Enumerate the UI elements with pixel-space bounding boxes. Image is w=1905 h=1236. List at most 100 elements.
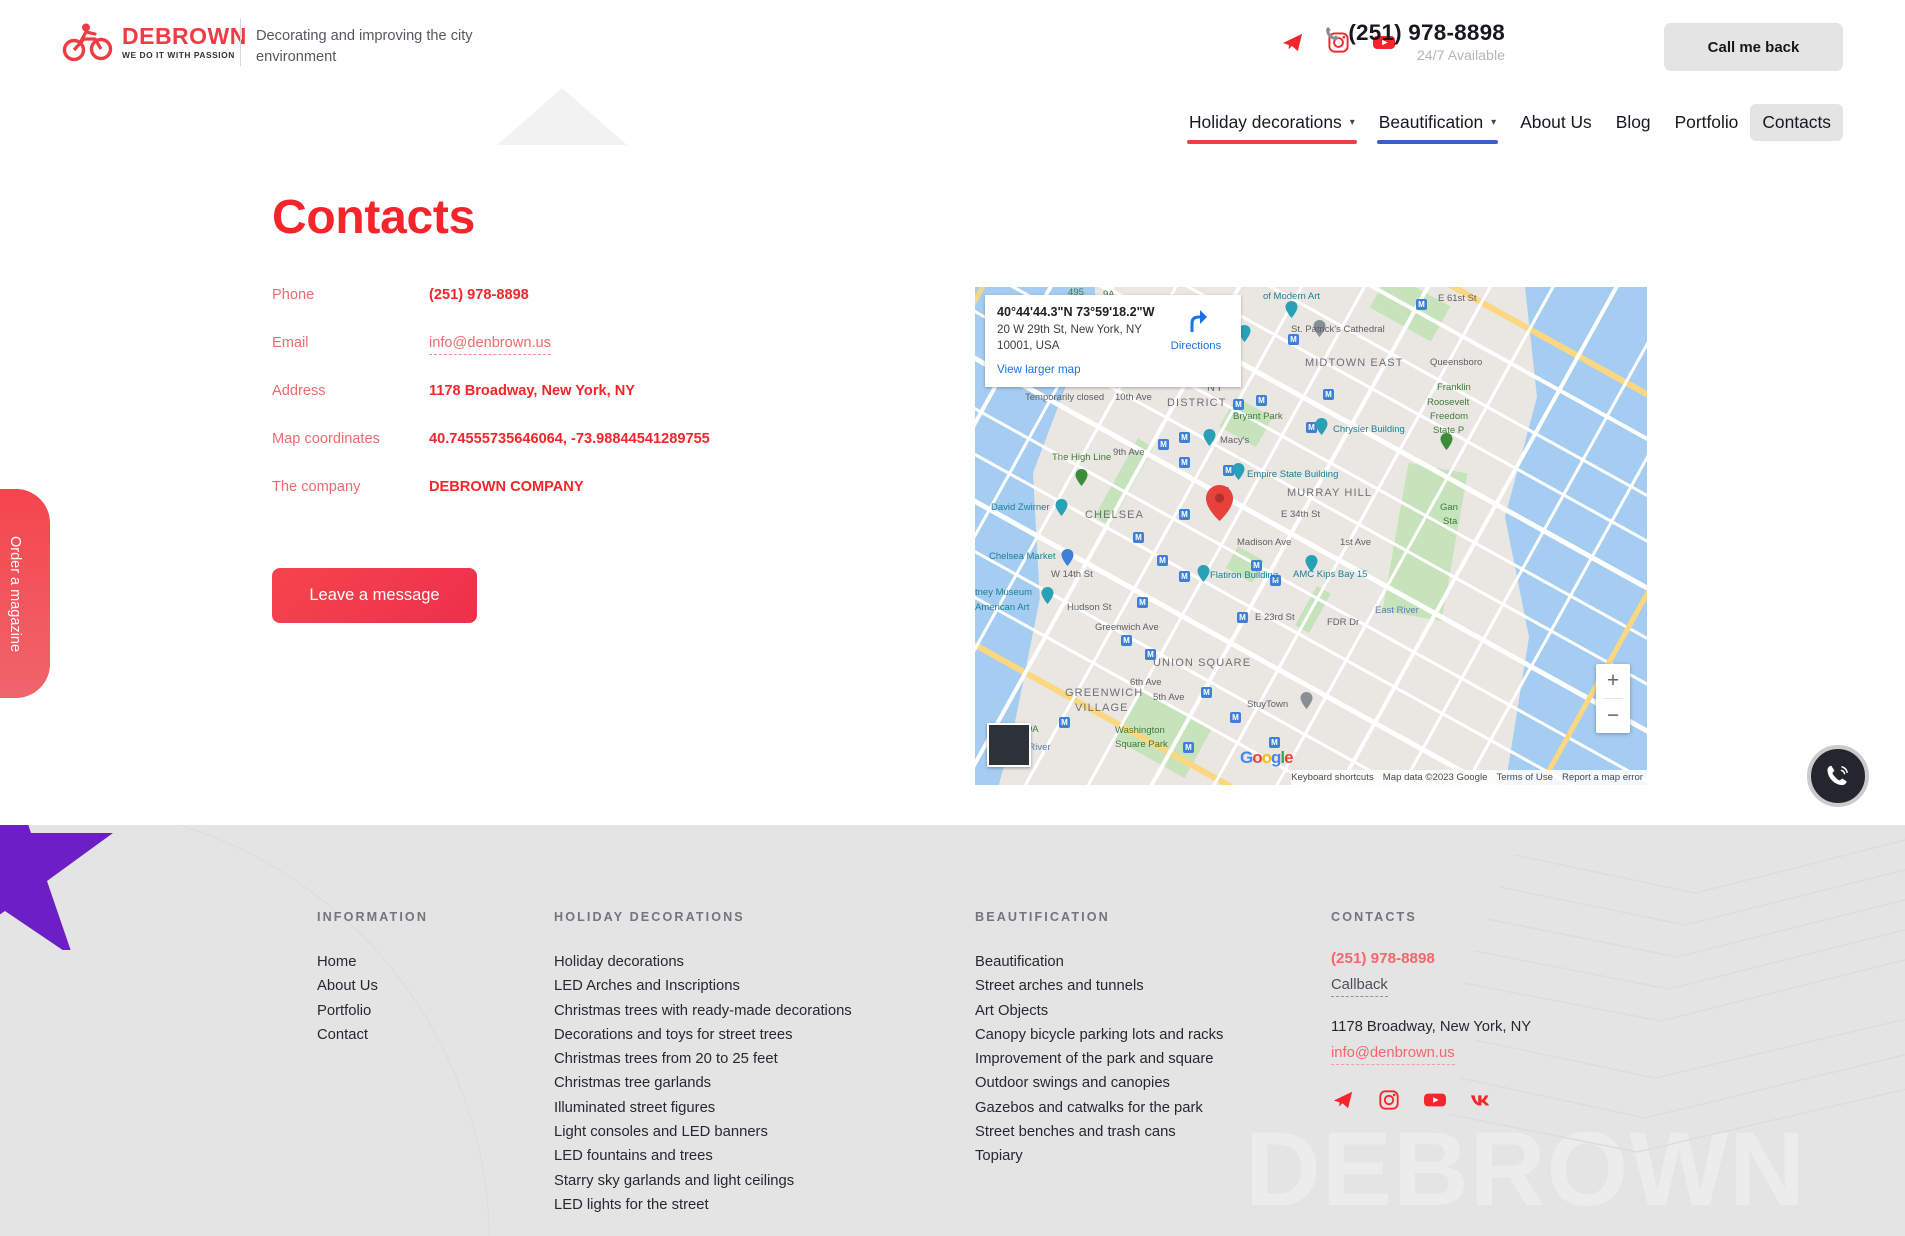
contact-row-address: Address 1178 Broadway, New York, NY	[272, 383, 710, 431]
site-header: DEBROWN WE DO IT WITH PASSION Decorating…	[0, 0, 1905, 100]
map-poi-pin	[1197, 565, 1210, 582]
nav-item-about-us[interactable]: About Us	[1508, 104, 1604, 141]
star-decoration	[0, 825, 113, 950]
map-label: E 34th St	[1281, 509, 1321, 520]
footer-link-about-us[interactable]: About Us	[317, 974, 428, 998]
footer-link-portfolio[interactable]: Portfolio	[317, 999, 428, 1023]
footer-phone-number[interactable]: (251) 978-8898	[1331, 950, 1531, 967]
footer-link-item[interactable]: Canopy bicycle parking lots and racks	[975, 1023, 1223, 1047]
map-label: FDR Dr	[1327, 617, 1360, 628]
map-label: UNION SQUARE	[1153, 657, 1252, 669]
footer-column-contacts: CONTACTS (251) 978-8898 Callback 1178 Br…	[1331, 910, 1531, 1112]
footer-link-item[interactable]: Beautification	[975, 950, 1223, 974]
map-label: 9th Ave	[1113, 447, 1145, 458]
page-title: Contacts	[272, 191, 475, 244]
nav-item-holiday-decorations[interactable]: Holiday decorations ▾	[1177, 104, 1367, 144]
call-me-back-button[interactable]: Call me back	[1664, 23, 1843, 71]
footer-link-item[interactable]: Illuminated street figures	[554, 1096, 852, 1120]
footer-link-item[interactable]: Outdoor swings and canopies	[975, 1071, 1223, 1095]
footer-link-item[interactable]: Christmas trees from 20 to 25 feet	[554, 1047, 852, 1071]
map-label: Queensboro	[1430, 357, 1483, 368]
nav-item-portfolio[interactable]: Portfolio	[1663, 104, 1751, 141]
footer-link-item[interactable]: Christmas tree garlands	[554, 1071, 852, 1095]
map-label: W 14th St	[1051, 569, 1093, 580]
google-map[interactable]: M M M M M M M M M M M M M M M M M M M M …	[975, 287, 1647, 785]
leave-a-message-button[interactable]: Leave a message	[272, 568, 477, 623]
header-phone-number[interactable]: (251) 978-8898	[1348, 20, 1505, 46]
footer-email-link[interactable]: info@denbrown.us	[1331, 1045, 1455, 1065]
footer-link-list: Holiday decorations LED Arches and Inscr…	[554, 950, 852, 1217]
map-label: East River	[1375, 605, 1419, 616]
footer-link-item[interactable]: Decorations and toys for street trees	[554, 1023, 852, 1047]
footer-address: 1178 Broadway, New York, NY	[1331, 1019, 1532, 1035]
footer-column-beautification: BEAUTIFICATION Beautification Street arc…	[975, 910, 1223, 1169]
order-a-magazine-tab[interactable]: Order a magazine	[0, 489, 50, 698]
nav-underline-red	[1186, 140, 1357, 144]
contact-value-email[interactable]: info@denbrown.us	[429, 335, 551, 355]
footer-link-item[interactable]: LED fountains and trees	[554, 1144, 852, 1168]
nav-label: Blog	[1615, 112, 1651, 132]
footer-link-item[interactable]: Light consoles and LED banners	[554, 1120, 852, 1144]
footer-link-item[interactable]: LED Arches and Inscriptions	[554, 974, 852, 998]
map-poi-pin	[1041, 587, 1054, 604]
terms-of-use-link[interactable]: Terms of Use	[1496, 772, 1553, 783]
footer-link-item[interactable]: Street arches and tunnels	[975, 974, 1223, 998]
footer-column-information: INFORMATION Home About Us Portfolio Cont…	[317, 910, 428, 1047]
map-zoom-in-button[interactable]: +	[1596, 664, 1630, 698]
footer-link-item[interactable]: Street benches and trash cans	[975, 1120, 1223, 1144]
header-phone-availability: 24/7 Available	[1416, 48, 1505, 64]
footer-callback-link[interactable]: Callback	[1331, 977, 1388, 997]
footer-link-item[interactable]: Holiday decorations	[554, 950, 852, 974]
map-label: Sta	[1443, 516, 1458, 527]
map-label: Franklin	[1437, 382, 1471, 393]
map-zoom-out-button[interactable]: −	[1596, 699, 1630, 733]
map-label: Roosevelt	[1427, 397, 1470, 408]
contact-row-phone: Phone (251) 978-8898	[272, 287, 710, 335]
contact-value-phone[interactable]: (251) 978-8898	[429, 287, 529, 303]
contact-label: Map coordinates	[272, 431, 380, 447]
report-map-error-link[interactable]: Report a map error	[1562, 772, 1643, 783]
map-label: Madison Ave	[1237, 537, 1292, 548]
footer-link-item[interactable]: Starry sky garlands and light ceilings	[554, 1169, 852, 1193]
instagram-icon[interactable]	[1377, 1088, 1401, 1112]
map-transit-marker: M	[1121, 635, 1132, 646]
footer-link-home[interactable]: Home	[317, 950, 428, 974]
logo-tagline: WE DO IT WITH PASSION	[122, 50, 235, 61]
view-larger-map-link[interactable]: View larger map	[997, 363, 1229, 376]
nav-item-beautification[interactable]: Beautification ▾	[1367, 104, 1508, 144]
map-label: St. Patrick's Cathedral	[1291, 324, 1385, 335]
map-transit-marker: M	[1230, 712, 1241, 723]
footer-link-item[interactable]: LED lights for the street	[554, 1193, 852, 1217]
map-directions-button[interactable]: Directions	[1165, 309, 1227, 352]
map-label: Bryant Park	[1233, 411, 1283, 422]
contact-label: Phone	[272, 287, 315, 303]
nav-item-blog[interactable]: Blog	[1604, 104, 1663, 141]
map-label: tney Museum	[975, 587, 1033, 598]
footer-link-item[interactable]: Gazebos and catwalks for the park	[975, 1096, 1223, 1120]
map-satellite-thumbnail[interactable]	[987, 723, 1031, 767]
triangle-decoration	[497, 88, 627, 145]
telegram-icon[interactable]	[1331, 1088, 1355, 1112]
map-label: American Art	[975, 602, 1030, 613]
nav-item-contacts[interactable]: Contacts	[1750, 104, 1843, 141]
header-tagline: Decorating and improving the city enviro…	[256, 28, 473, 65]
footer-link-item[interactable]: Christmas trees with ready-made decorati…	[554, 999, 852, 1023]
map-transit-marker: M	[1137, 597, 1148, 608]
footer-link-item[interactable]: Improvement of the park and square	[975, 1047, 1223, 1071]
call-phone-fab[interactable]	[1807, 745, 1869, 807]
nav-underline-blue	[1376, 140, 1499, 144]
map-label: CHELSEA	[1085, 509, 1145, 521]
map-label: Temporarily closed	[1025, 392, 1105, 403]
map-transit-marker: M	[1179, 457, 1190, 468]
footer-link-contact[interactable]: Contact	[317, 1023, 428, 1047]
map-info-card: 40°44'44.3"N 73°59'18.2"W 20 W 29th St, …	[985, 295, 1241, 388]
map-poi-pin	[1285, 301, 1298, 318]
keyboard-shortcuts-link[interactable]: Keyboard shortcuts	[1291, 772, 1374, 783]
map-label: Macy's	[1220, 435, 1250, 446]
logo[interactable]: DEBROWN WE DO IT WITH PASSION	[62, 22, 247, 62]
footer-link-item[interactable]: Art Objects	[975, 999, 1223, 1023]
footer-link-item[interactable]: Topiary	[975, 1144, 1223, 1168]
map-transit-marker: M	[1201, 687, 1212, 698]
vk-icon[interactable]	[1469, 1088, 1493, 1112]
youtube-icon[interactable]	[1423, 1088, 1447, 1112]
